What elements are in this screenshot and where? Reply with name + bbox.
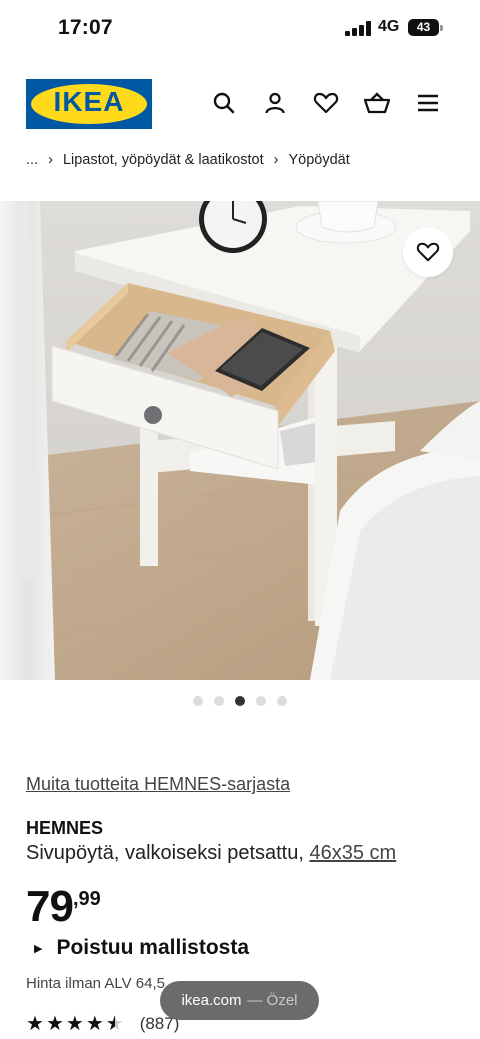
menu-icon[interactable] — [413, 88, 443, 118]
star-icon: ★ — [65, 1013, 84, 1035]
half-star-icon: ★ — [105, 1013, 124, 1035]
carousel-dot[interactable] — [277, 696, 287, 706]
status-bar: 17:07 4G 43 — [0, 0, 480, 58]
rating[interactable]: ★ ★ ★ ★ ★ (887) — [26, 1014, 179, 1034]
discontinued-toggle[interactable]: ▶ Poistuu mallistosta — [34, 936, 249, 960]
favorite-button[interactable] — [403, 227, 453, 277]
ikea-logo[interactable]: IKEA — [26, 79, 152, 129]
breadcrumb: ... › Lipastot, yöpöydät & laatikostot ›… — [26, 150, 350, 170]
size-link[interactable]: 46x35 cm — [309, 842, 396, 864]
carousel-dot[interactable] — [256, 696, 266, 706]
url-domain: ikea.com — [181, 992, 242, 1009]
description-text: Sivupöytä, valkoiseksi petsattu, — [26, 842, 304, 864]
breadcrumb-ellipsis[interactable]: ... — [26, 152, 38, 168]
star-icon: ★ — [26, 1013, 44, 1035]
price: 79,99 — [26, 882, 101, 932]
status-time: 17:07 — [58, 16, 113, 39]
url-bar[interactable]: ikea.com — Özel — [160, 981, 319, 1020]
product-description: Sivupöytä, valkoiseksi petsattu, 46x35 c… — [26, 842, 396, 865]
series-link[interactable]: Muita tuotteita HEMNES-sarjasta — [26, 774, 290, 795]
search-icon[interactable] — [209, 88, 239, 118]
chevron-right-icon: › — [48, 152, 53, 168]
breadcrumb-item-dressers[interactable]: Lipastot, yöpöydät & laatikostot — [63, 152, 264, 168]
battery-cap — [440, 25, 443, 31]
status-text: Poistuu mallistosta — [56, 936, 250, 959]
cart-icon[interactable] — [362, 88, 392, 118]
heart-icon[interactable] — [311, 88, 341, 118]
carousel-dot[interactable] — [214, 696, 224, 706]
product-image[interactable] — [0, 201, 480, 680]
breadcrumb-item-nightstands[interactable]: Yöpöydät — [289, 152, 350, 168]
battery-level: 43 — [416, 20, 431, 34]
chevron-right-icon: › — [273, 152, 279, 168]
star-icon: ★ — [85, 1013, 104, 1035]
price-integer: 79 — [26, 882, 74, 931]
url-mode: — Özel — [247, 992, 298, 1009]
network-type: 4G — [378, 18, 400, 35]
carousel-dots — [193, 696, 287, 706]
caret-right-icon: ▶ — [34, 942, 43, 955]
carousel-dot-active[interactable] — [235, 696, 245, 706]
profile-icon[interactable] — [260, 88, 290, 118]
star-icon: ★ — [45, 1013, 64, 1035]
price-decimal: ,99 — [72, 888, 101, 910]
site-header: IKEA — [0, 68, 480, 138]
carousel-dot[interactable] — [193, 696, 203, 706]
heart-icon — [416, 242, 440, 262]
signal-icon — [345, 21, 371, 36]
logo-text: IKEA — [53, 86, 125, 117]
vat-price-text: Hinta ilman ALV 64,5 — [26, 975, 165, 992]
product-name: HEMNES — [26, 818, 104, 838]
battery-icon: 43 — [408, 19, 439, 36]
